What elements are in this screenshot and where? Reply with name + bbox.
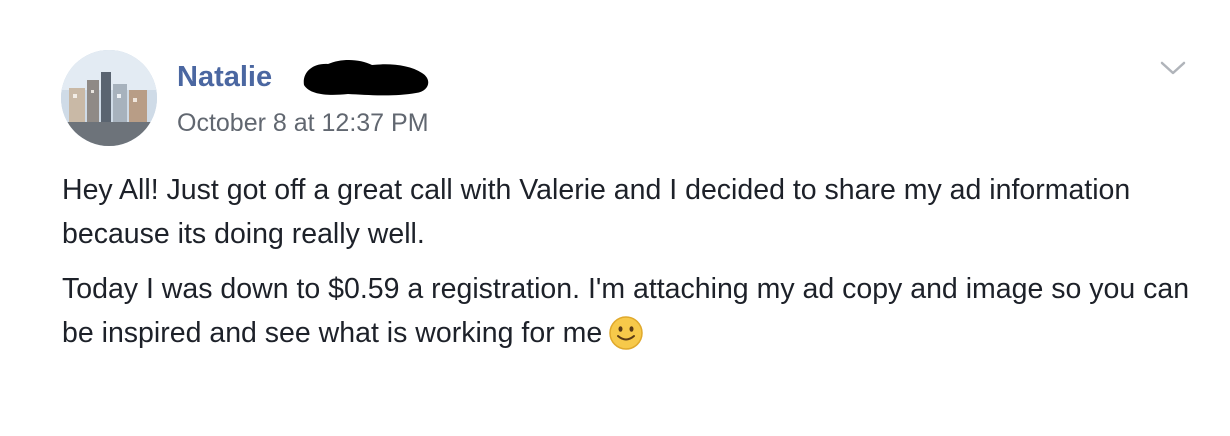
- avatar-photo: [61, 50, 157, 146]
- slightly-smiling-face-icon: [609, 316, 643, 350]
- chevron-down-icon[interactable]: [1158, 57, 1188, 79]
- redaction-mark: [303, 59, 429, 96]
- avatar[interactable]: [61, 50, 157, 146]
- author-name[interactable]: Natalie: [177, 59, 272, 95]
- post-paragraph: Hey All! Just got off a great call with …: [62, 174, 1131, 250]
- post-body: Hey All! Just got off a great call with …: [62, 168, 1212, 366]
- post-card: Natalie October 8 at 12:37 PM Hey All! J…: [0, 0, 1230, 436]
- post-timestamp[interactable]: October 8 at 12:37 PM: [177, 107, 429, 139]
- post-paragraph: Today I was down to $0.59 a registration…: [62, 267, 1212, 355]
